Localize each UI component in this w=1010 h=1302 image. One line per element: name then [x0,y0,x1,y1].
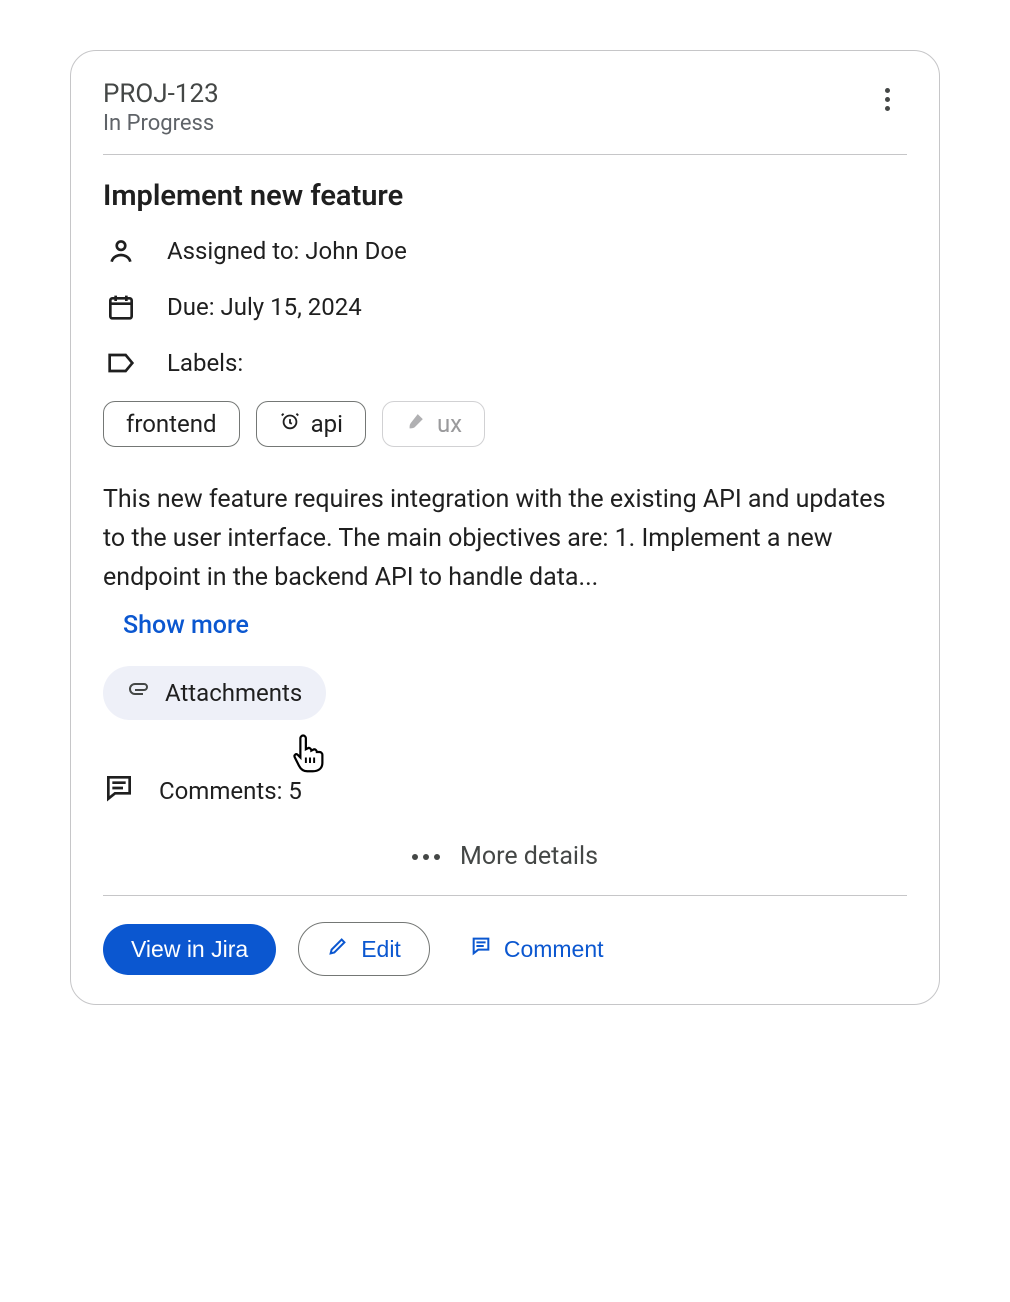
button-label: Comment [504,936,604,963]
labels-heading-text: Labels: [167,349,243,377]
more-vert-icon [885,88,890,111]
view-in-jira-button[interactable]: View in Jira [103,924,276,975]
labels-row: Labels: [103,345,907,381]
attachments-button[interactable]: Attachments [103,666,326,720]
due-text: Due: July 15, 2024 [167,293,362,321]
ticket-status: In Progress [103,111,219,136]
button-label: View in Jira [131,936,248,963]
ticket-id: PROJ-123 [103,79,219,109]
label-icon [103,345,139,381]
person-icon [103,233,139,269]
brush-icon [405,410,427,438]
card-footer: View in Jira Edit Comment [103,895,907,976]
comment-icon [470,935,492,963]
show-more-link[interactable]: Show more [123,611,249,640]
button-label: Edit [361,936,401,963]
attachment-icon [127,678,151,708]
calendar-icon [103,289,139,325]
chip-label: api [311,410,343,438]
comments-row: Comments: 5 [103,772,907,810]
attachments-label: Attachments [165,679,302,707]
alarm-icon [279,410,301,438]
due-row: Due: July 15, 2024 [103,289,907,325]
more-menu-button[interactable] [867,79,907,119]
label-chip-ux[interactable]: ux [382,401,485,447]
ticket-card: PROJ-123 In Progress Implement new featu… [70,50,940,1005]
edit-icon [327,935,349,963]
ticket-title: Implement new feature [103,179,907,213]
label-chip-frontend[interactable]: frontend [103,401,240,447]
comment-button[interactable]: Comment [452,923,622,975]
label-chip-api[interactable]: api [256,401,366,447]
more-details-button[interactable]: More details [103,842,907,871]
comment-icon [103,772,135,810]
more-horiz-icon [412,854,440,860]
assignee-row: Assigned to: John Doe [103,233,907,269]
comments-count: Comments: 5 [159,777,302,805]
chip-label: ux [437,410,462,438]
chip-label: frontend [126,410,217,438]
ticket-description: This new feature requires integration wi… [103,481,907,597]
label-chips: frontend api ux [103,401,907,447]
more-details-label: More details [460,842,598,871]
assignee-text: Assigned to: John Doe [167,237,407,265]
edit-button[interactable]: Edit [298,922,430,976]
card-header: PROJ-123 In Progress [103,79,907,155]
